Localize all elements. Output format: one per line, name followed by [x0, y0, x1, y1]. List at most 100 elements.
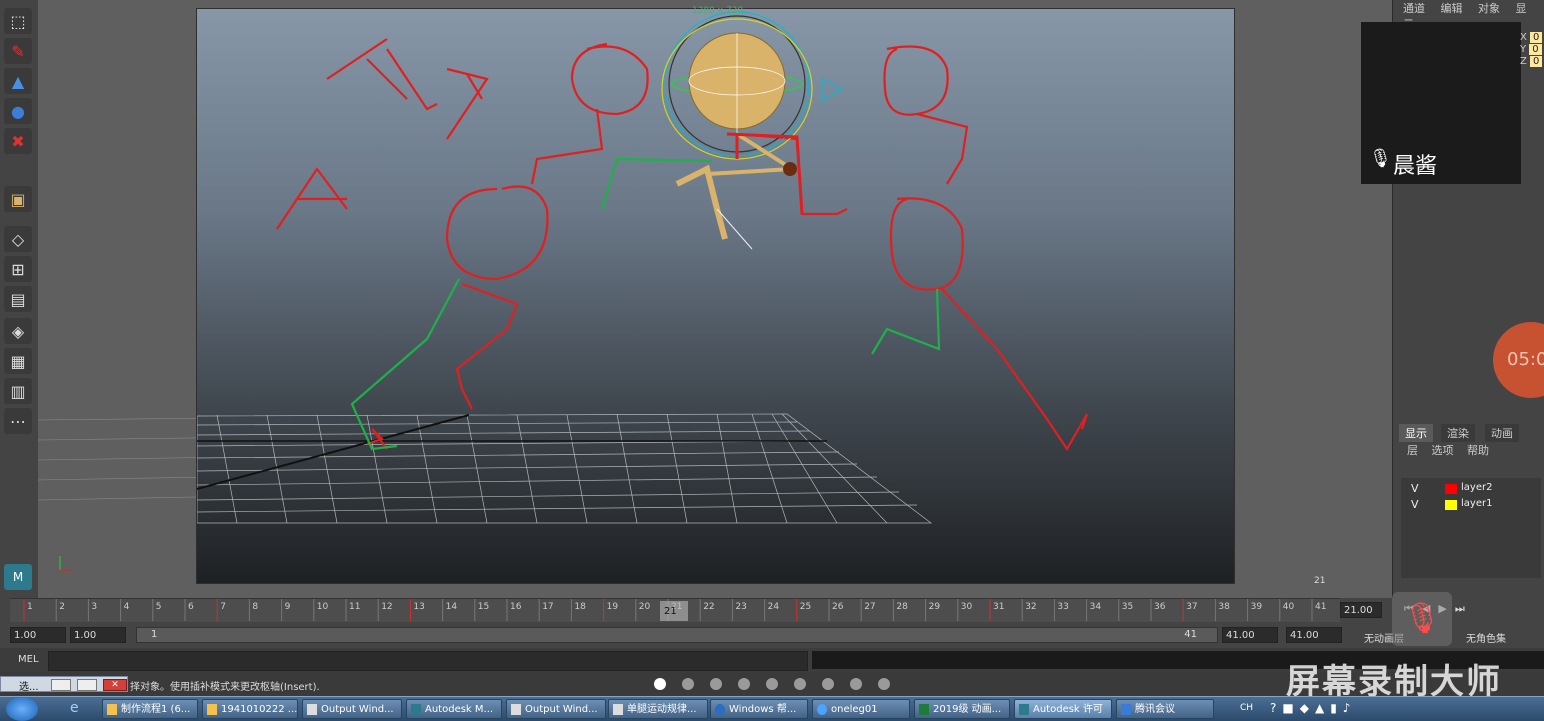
timeline-tick-label: 6 [188, 602, 194, 612]
timeline-tick-label: 7 [220, 602, 226, 612]
paint-select-icon[interactable]: ✎ [4, 38, 32, 64]
timeline-tick-label: 26 [832, 602, 844, 612]
taskbar-item[interactable]: Autodesk M... [406, 699, 502, 719]
timeline-tick-label: 4 [124, 602, 130, 612]
tab-display[interactable]: 显示 [1399, 424, 1433, 442]
scale-tool-icon[interactable]: ✖ [4, 128, 32, 154]
playback-start-field[interactable]: 1.00 [70, 627, 126, 643]
layout-four-icon[interactable]: ⊞ [4, 256, 32, 282]
taskbar-item[interactable]: oneleg01 [812, 699, 910, 719]
select-tool-icon[interactable]: ⬚ [4, 8, 32, 34]
timeline-tick-label: 16 [510, 602, 522, 612]
page-dot[interactable] [710, 678, 722, 690]
timeline-tick-label: 17 [542, 602, 553, 612]
page-dot[interactable] [766, 678, 778, 690]
minimized-window[interactable]: 选... ✕ [0, 676, 128, 693]
layer-color-swatch[interactable] [1445, 500, 1457, 510]
timeline-tick-label: 2 [59, 602, 65, 612]
page-dot[interactable] [794, 678, 806, 690]
network-icon[interactable]: ▮ [1330, 701, 1343, 715]
start-button[interactable] [6, 697, 38, 721]
mic-muted-icon: 🎙 [1369, 148, 1392, 169]
resolution-label: 1280 x 720 [692, 6, 744, 16]
page-dot[interactable] [822, 678, 834, 690]
animation-end-field[interactable]: 41.00 [1286, 627, 1342, 643]
webcam-overlay: 🎙 晨酱 [1361, 22, 1521, 184]
restore-button[interactable] [51, 679, 71, 691]
page-dot[interactable] [738, 678, 750, 690]
y-field[interactable]: 0 [1529, 44, 1542, 55]
mic-muted-overlay-icon: 🎙 [1392, 592, 1452, 646]
page-dot[interactable] [850, 678, 862, 690]
layout-graph-editor-icon[interactable]: ▥ [4, 378, 32, 404]
timeline-tick-label: 35 [1122, 602, 1133, 612]
layout-outliner-icon[interactable]: ▤ [4, 286, 32, 312]
ie-icon[interactable]: e [70, 700, 79, 716]
character-set-select[interactable]: 无角色集 [1466, 630, 1506, 645]
input-language[interactable]: CH [1240, 703, 1253, 713]
timeline-tick-label: 27 [864, 602, 875, 612]
timeline-tick-label: 29 [929, 602, 941, 612]
taskbar-item[interactable]: Output Wind... [506, 699, 606, 719]
rotate-tool-icon[interactable]: ● [4, 98, 32, 124]
tab-render[interactable]: 渲染 [1441, 424, 1475, 442]
green-leg-sketch [350, 157, 941, 451]
step-forward-icon[interactable]: ⏭ [1455, 602, 1473, 615]
timeline-tick-label: 38 [1218, 602, 1230, 612]
participant-name: 晨酱 [1393, 154, 1438, 179]
tray-app-icon[interactable]: ■ [1282, 701, 1299, 715]
range-slider[interactable]: 1 41 [136, 627, 1218, 643]
mel-input[interactable] [48, 651, 808, 671]
playback-end-field[interactable]: 41.00 [1222, 627, 1278, 643]
menu-layers[interactable]: 层 [1407, 444, 1418, 457]
timeline-tick-label: 30 [961, 602, 973, 612]
layer-row[interactable]: V layer1 [1411, 498, 1541, 512]
taskbar-item-active[interactable]: Autodesk 许可 [1014, 699, 1112, 719]
maya-logo-icon: M [4, 564, 32, 590]
animation-start-field[interactable]: 1.00 [10, 627, 66, 643]
range-slider-start: 1 [151, 629, 158, 640]
layer-submenu: 层 选项 帮助 [1407, 442, 1489, 458]
taskbar-item[interactable]: 腾讯会议 [1116, 699, 1214, 719]
timeline-tick-label: 34 [1090, 602, 1102, 612]
layout-graph-icon[interactable]: ◈ [4, 318, 32, 344]
layout-more-icon[interactable]: ⋯ [4, 408, 32, 434]
annotation-sketches [276, 38, 1089, 452]
move-tool-icon[interactable]: ▲ [4, 68, 32, 94]
taskbar-item[interactable]: 单腿运动规律... [608, 699, 708, 719]
maximize-button[interactable] [77, 679, 97, 691]
page-dot[interactable] [682, 678, 694, 690]
show-manipulator-icon[interactable]: ▣ [4, 186, 32, 212]
camera-viewport[interactable] [196, 8, 1235, 584]
menu-edit[interactable]: 编辑 [1441, 2, 1463, 15]
layout-single-icon[interactable]: ◇ [4, 226, 32, 252]
taskbar-item[interactable]: 2019级 动画... [914, 699, 1010, 719]
tray-app-icon[interactable]: ◆ [1300, 701, 1315, 715]
menu-object[interactable]: 对象 [1478, 2, 1500, 15]
layout-hypershade-icon[interactable]: ▦ [4, 348, 32, 374]
z-field[interactable]: 0 [1530, 56, 1543, 67]
tray-app-icon[interactable]: ▲ [1315, 701, 1330, 715]
menu-help[interactable]: 帮助 [1467, 444, 1489, 457]
timeline-tick-label: 14 [446, 602, 458, 612]
timeline-tick-label: 5 [156, 602, 162, 612]
page-dot[interactable] [878, 678, 890, 690]
taskbar-item[interactable]: Output Wind... [302, 699, 402, 719]
menu-options[interactable]: 选项 [1432, 444, 1454, 457]
x-field[interactable]: 0 [1530, 32, 1543, 43]
help-icon[interactable]: ? [1270, 701, 1282, 715]
timeline-tick-label: 41 [1315, 602, 1326, 612]
menu-channels[interactable]: 通道 [1403, 2, 1425, 15]
taskbar-item[interactable]: 1941010222 ... [202, 699, 298, 719]
timeline-tick-label: 20 [639, 602, 651, 612]
layer-row[interactable]: V layer2 [1411, 482, 1541, 496]
taskbar-item[interactable]: 制作流程1 (6... [102, 699, 198, 719]
page-dot-active[interactable] [654, 678, 666, 690]
layer-list: V layer2 V layer1 [1401, 478, 1541, 578]
volume-icon[interactable]: ♪ [1343, 701, 1357, 715]
current-time-field[interactable]: 21.00 [1340, 602, 1382, 618]
tab-animation[interactable]: 动画 [1485, 424, 1519, 442]
close-button[interactable]: ✕ [103, 679, 127, 691]
taskbar-item[interactable]: Windows 帮... [710, 699, 808, 719]
layer-color-swatch[interactable] [1445, 484, 1457, 494]
